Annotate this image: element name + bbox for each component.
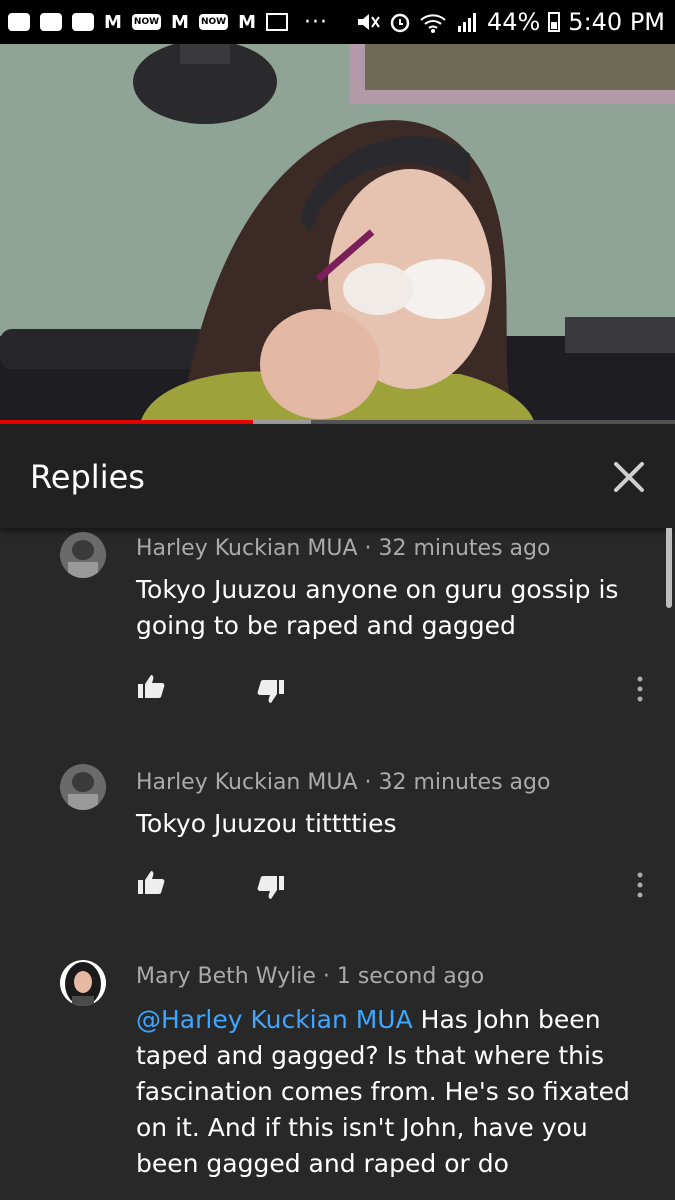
youtube-icon — [72, 13, 94, 31]
avatar[interactable] — [60, 764, 106, 810]
gmail-m-icon: M — [238, 11, 257, 33]
mail-icon — [266, 13, 289, 31]
message-icon — [40, 13, 62, 31]
notification-icons: M NOW M NOW M ··· — [0, 10, 328, 35]
comment-text: @Harley Kuckian MUA Has John been taped … — [136, 1002, 636, 1182]
dislike-icon[interactable] — [256, 676, 286, 706]
replies-list[interactable]: Harley Kuckian MUA · 32 minutes ago Toky… — [0, 528, 675, 1200]
now-icon: NOW — [198, 14, 229, 30]
wifi-icon — [420, 14, 446, 33]
comment-meta: Mary Beth Wylie · 1 second ago — [136, 964, 484, 989]
like-icon[interactable] — [136, 672, 166, 702]
status-bar: M NOW M NOW M ··· 44% 5:40 PM — [0, 0, 675, 44]
meta-separator: · — [357, 536, 379, 561]
gmail-m-icon: M — [104, 11, 122, 33]
more-notifications-icon: ··· — [304, 9, 328, 35]
clock: 5:40 PM — [568, 8, 665, 36]
alarm-icon — [390, 13, 410, 33]
comment-author[interactable]: Harley Kuckian MUA — [136, 770, 358, 795]
comment-meta: Harley Kuckian MUA · 32 minutes ago — [136, 770, 550, 795]
avatar[interactable] — [60, 532, 106, 578]
comment-time: 1 second ago — [336, 964, 485, 989]
scrollbar[interactable] — [666, 528, 672, 608]
mention-link[interactable]: @Harley Kuckian MUA — [136, 1005, 413, 1034]
avatar[interactable] — [60, 960, 106, 1006]
mute-icon — [357, 14, 380, 30]
replies-title: Replies — [30, 458, 145, 496]
replies-header: Replies — [0, 424, 675, 528]
like-icon[interactable] — [136, 868, 166, 898]
signal-icon — [457, 13, 476, 32]
battery-icon — [548, 12, 561, 32]
meta-separator: · — [315, 964, 337, 989]
video-frame — [0, 44, 675, 424]
comment-author[interactable]: Harley Kuckian MUA — [136, 536, 358, 561]
comment-meta: Harley Kuckian MUA · 32 minutes ago — [136, 536, 550, 561]
dislike-icon[interactable] — [256, 872, 286, 902]
comment-text: Tokyo Juuzou titttties — [136, 809, 397, 838]
now-icon: NOW — [131, 14, 162, 30]
youtube-icon — [8, 13, 30, 31]
system-status: 44% 5:40 PM — [355, 8, 675, 36]
close-icon[interactable] — [606, 454, 652, 500]
meta-separator: · — [357, 770, 379, 795]
comment-author[interactable]: Mary Beth Wylie — [136, 964, 316, 989]
more-options-icon[interactable] — [628, 674, 652, 704]
video-player[interactable] — [0, 44, 675, 424]
battery-percent: 44% — [486, 8, 541, 36]
comment-text: Tokyo Juuzou anyone on guru gossip is go… — [136, 575, 619, 640]
gmail-m-icon: M — [171, 11, 189, 33]
comment-time: 32 minutes ago — [378, 536, 551, 561]
more-options-icon[interactable] — [628, 870, 652, 900]
comment-time: 32 minutes ago — [378, 770, 551, 795]
